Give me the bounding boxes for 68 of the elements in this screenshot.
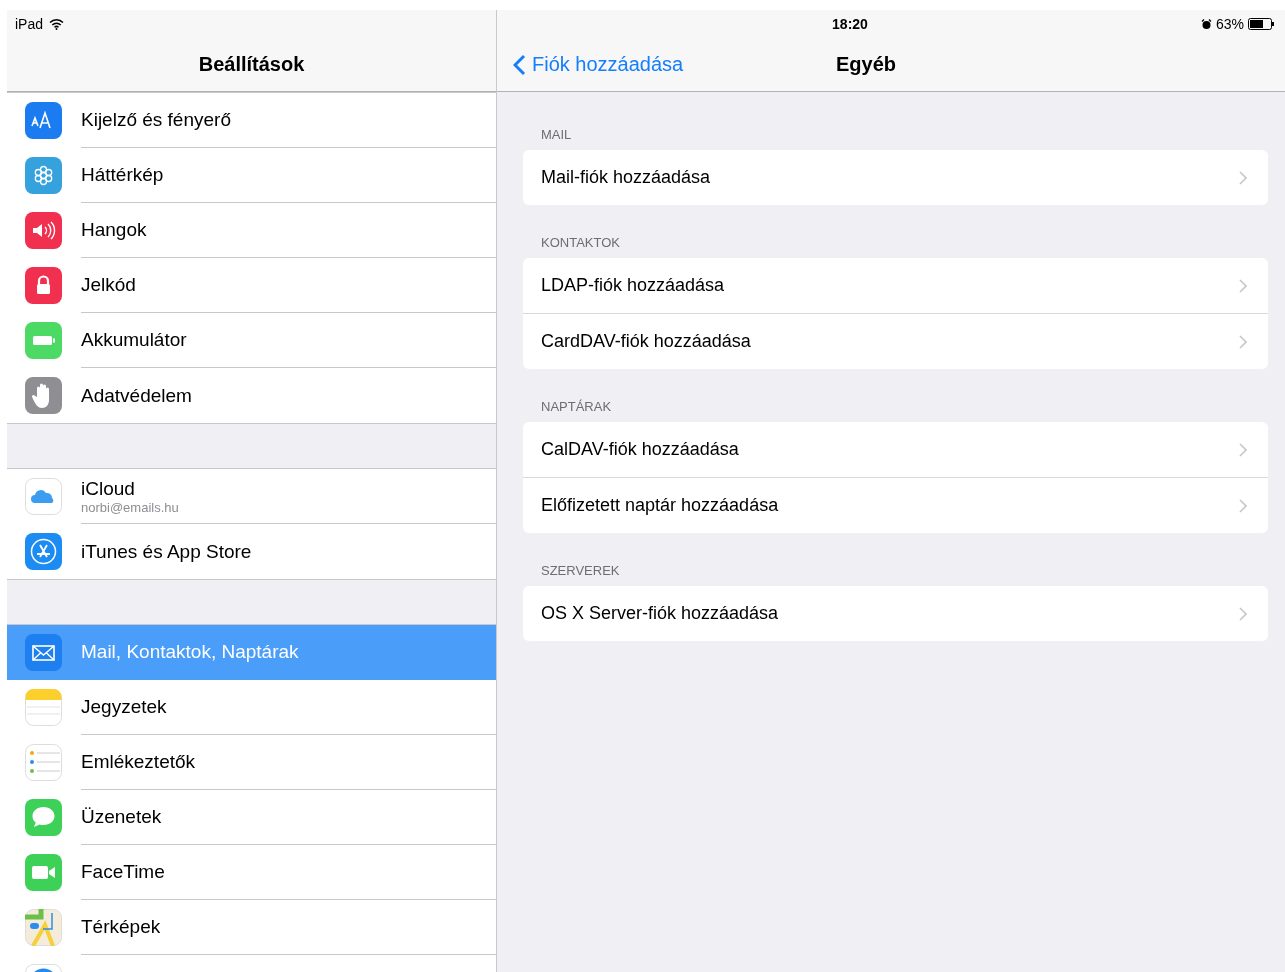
settings-item[interactable]: Jegyzetek — [7, 680, 496, 735]
sidebar-title: Beállítások — [198, 53, 305, 76]
settings-item[interactable]: Hangok — [7, 203, 496, 258]
device-name: iPad — [15, 16, 44, 32]
app-store-icon — [25, 533, 62, 570]
list-row[interactable]: CalDAV-fiók hozzáadása — [523, 422, 1268, 478]
page-title: Egyéb — [836, 53, 896, 76]
settings-item-label: Emlékeztetők — [81, 751, 196, 773]
notepad-icon — [25, 689, 62, 726]
section-header: MAIL — [540, 126, 573, 144]
settings-item[interactable]: Emlékeztetők — [7, 735, 496, 790]
settings-item[interactable]: Háttérkép — [7, 148, 496, 203]
section-header: KONTAKTOK — [540, 234, 621, 252]
settings-item-label: Jegyzetek — [81, 696, 167, 718]
video-camera-icon — [25, 854, 62, 891]
back-chevron-icon — [513, 53, 526, 76]
settings-item-label: iCloud — [81, 477, 136, 500]
back-button[interactable]: Fiók hozzáadása — [497, 52, 690, 77]
text-size-icon — [25, 102, 62, 139]
settings-item-label: Hangok — [81, 219, 147, 241]
chevron-icon — [1239, 606, 1247, 621]
list-row[interactable]: Mail-fiók hozzáadása — [523, 150, 1268, 205]
list-row[interactable]: CardDAV-fiók hozzáadása — [523, 314, 1268, 369]
envelope-icon — [25, 634, 62, 671]
chevron-icon — [1239, 498, 1247, 513]
settings-item-label: Térképek — [81, 916, 161, 938]
settings-item-label: Adatvédelem — [81, 384, 192, 407]
speaker-icon — [25, 212, 62, 249]
settings-item-label: FaceTime — [81, 861, 165, 883]
settings-item-label: Üzenetek — [81, 806, 162, 828]
checklist-icon — [25, 744, 62, 781]
settings-item[interactable]: Akkumulátor — [7, 313, 496, 368]
map-icon — [25, 909, 62, 946]
settings-item[interactable]: Kijelző és fényerő — [7, 93, 496, 148]
alarm-icon — [1200, 18, 1212, 30]
hand-icon — [25, 377, 62, 414]
cloud-icon — [25, 478, 62, 515]
section-header: NAPTÁRAK — [540, 398, 613, 416]
settings-item[interactable]: FaceTime — [7, 845, 496, 900]
chevron-icon — [1239, 170, 1247, 185]
settings-item[interactable]: Üzenetek — [7, 790, 496, 845]
chevron-icon — [1239, 278, 1247, 293]
settings-item-label: Háttérkép — [81, 164, 164, 186]
clock: 18:20 — [831, 16, 869, 32]
settings-item-label: Akkumulátor — [81, 329, 187, 351]
chevron-icon — [1239, 334, 1247, 349]
list-row[interactable]: LDAP-fiók hozzáadása — [523, 258, 1268, 314]
list-row[interactable]: OS X Server-fiók hozzáadása — [523, 586, 1268, 641]
chevron-icon — [1239, 442, 1247, 457]
battery-status-icon — [1248, 18, 1275, 30]
settings-item[interactable]: Adatvédelem — [7, 368, 496, 423]
settings-item[interactable]: Jelkód — [7, 258, 496, 313]
wifi-icon — [49, 18, 65, 30]
settings-item-label: Jelkód — [81, 274, 136, 296]
flower-icon — [25, 157, 62, 194]
settings-item[interactable]: iCloud norbi@emails.hu — [7, 469, 496, 524]
settings-item[interactable]: Térképek — [7, 900, 496, 955]
section-header: SZERVEREK — [540, 562, 621, 580]
settings-item-label: iTunes és App Store — [81, 540, 252, 563]
settings-item[interactable]: iTunes és App Store — [7, 524, 496, 579]
settings-item-label: Mail, Kontaktok, Naptárak — [81, 641, 299, 663]
speech-bubble-icon — [25, 799, 62, 836]
lock-icon — [25, 267, 62, 304]
settings-item-label: Kijelző és fényerő — [81, 109, 231, 131]
list-row[interactable]: Előfizetett naptár hozzáadása — [523, 478, 1268, 533]
battery-icon — [25, 322, 62, 359]
account-email: norbi@emails.hu — [81, 499, 179, 515]
battery-percent: 63% — [1215, 16, 1244, 32]
